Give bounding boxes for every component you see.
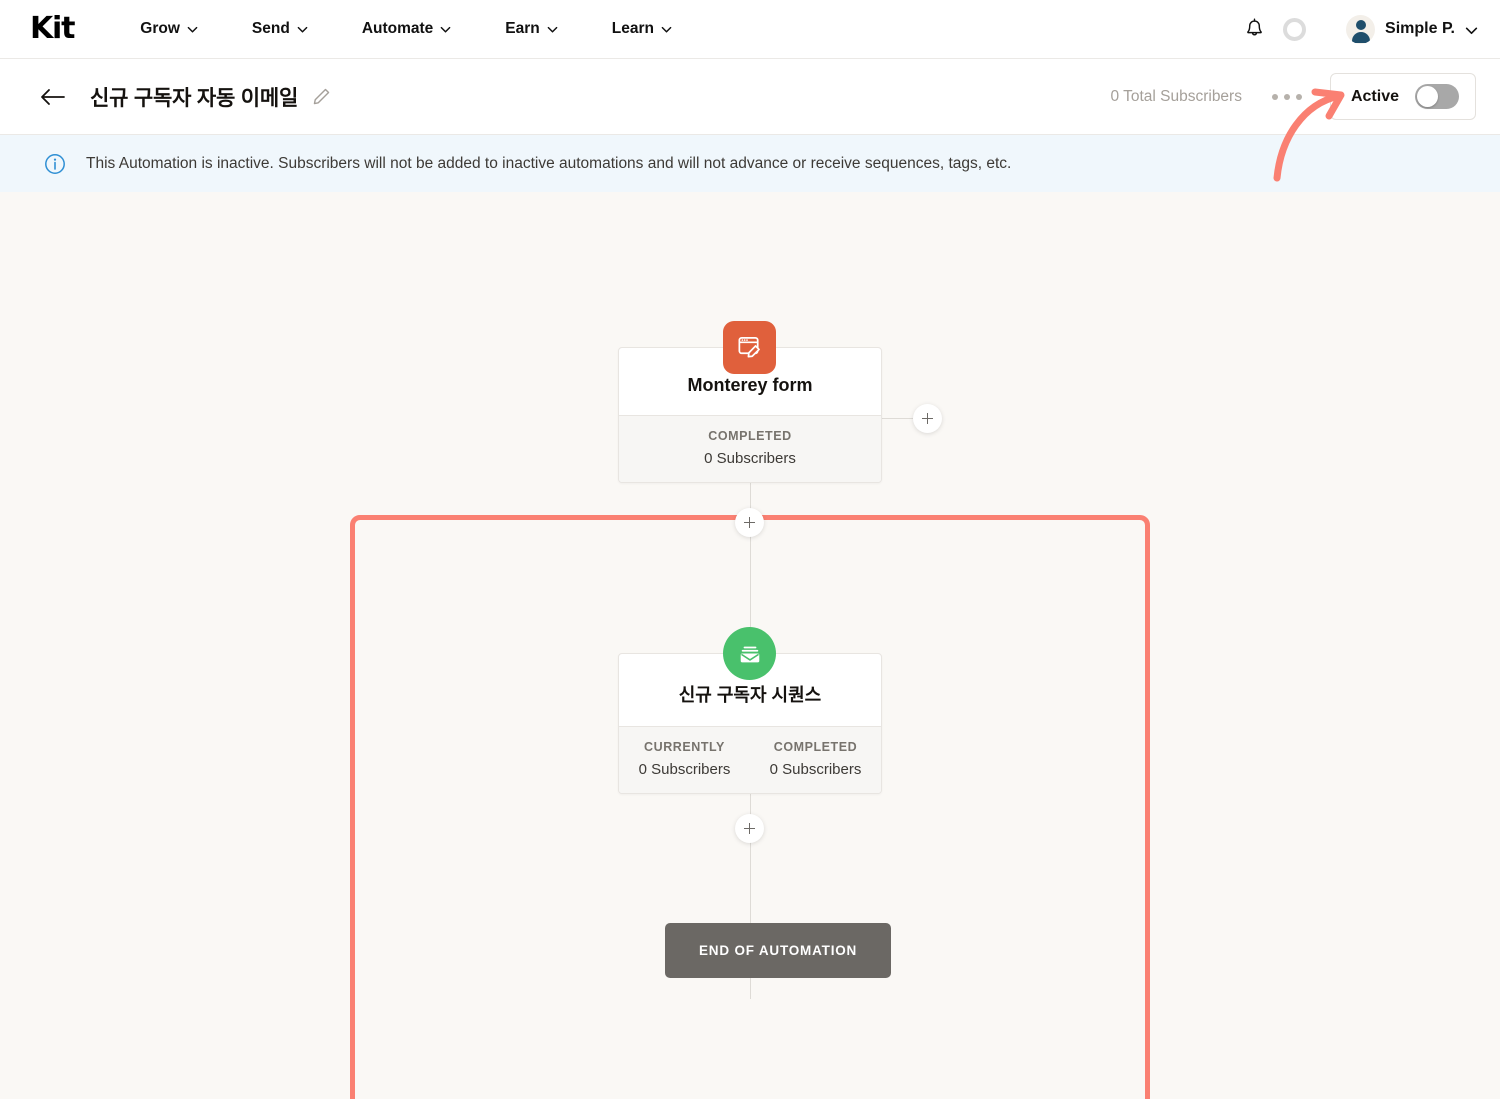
chevron-down-icon bbox=[547, 24, 558, 35]
nav-item-learn[interactable]: Learn bbox=[612, 20, 672, 38]
stat-currently: CURRENTLY 0 Subscribers bbox=[619, 740, 750, 778]
toggle-switch[interactable] bbox=[1415, 84, 1459, 109]
banner-message: This Automation is inactive. Subscribers… bbox=[86, 154, 1012, 172]
nav-item-label: Grow bbox=[140, 20, 180, 37]
top-navigation-bar: Kit Grow Send Automate Earn Learn Simple… bbox=[0, 0, 1500, 59]
info-icon bbox=[44, 153, 66, 175]
nav-item-automate[interactable]: Automate bbox=[362, 20, 451, 38]
total-subscribers-count: 0 Total Subscribers bbox=[1110, 87, 1242, 105]
nav-item-label: Automate bbox=[361, 20, 434, 37]
main-nav-items: Grow Send Automate Earn Learn bbox=[140, 20, 672, 38]
stat-completed: COMPLETED 0 Subscribers bbox=[619, 429, 881, 467]
nav-right-cluster: Simple P. bbox=[1244, 14, 1478, 44]
account-name: Simple P. bbox=[1385, 20, 1455, 37]
chevron-down-icon bbox=[440, 24, 451, 35]
active-toggle-label: Active bbox=[1350, 87, 1399, 105]
chevron-down-icon bbox=[1465, 24, 1478, 35]
more-options-icon[interactable] bbox=[1271, 93, 1302, 100]
automation-flow: Monterey form COMPLETED 0 Subscribers 신규… bbox=[0, 192, 1500, 1069]
form-node-stats: COMPLETED 0 Subscribers bbox=[619, 415, 881, 482]
stat-label: COMPLETED bbox=[708, 429, 792, 443]
back-arrow-icon[interactable] bbox=[40, 87, 66, 107]
stat-label: CURRENTLY bbox=[644, 740, 725, 754]
chevron-down-icon bbox=[297, 24, 308, 35]
automation-canvas: Monterey form COMPLETED 0 Subscribers 신규… bbox=[0, 192, 1500, 1099]
avatar-icon bbox=[1346, 14, 1376, 44]
nav-item-label: Send bbox=[251, 20, 290, 37]
stat-completed: COMPLETED 0 Subscribers bbox=[750, 740, 881, 778]
progress-ring-icon[interactable] bbox=[1283, 17, 1307, 41]
email-sequence-icon bbox=[723, 627, 776, 680]
nav-item-earn[interactable]: Earn bbox=[505, 20, 558, 38]
stat-value: 0 Subscribers bbox=[704, 450, 796, 467]
end-of-automation-node[interactable]: END OF AUTOMATION bbox=[665, 923, 892, 978]
account-menu[interactable]: Simple P. bbox=[1346, 14, 1478, 44]
bell-icon[interactable] bbox=[1244, 18, 1265, 40]
pencil-icon[interactable] bbox=[312, 87, 331, 106]
form-icon bbox=[723, 321, 776, 374]
stat-value: 0 Subscribers bbox=[769, 761, 862, 778]
add-step-button-2[interactable] bbox=[735, 814, 764, 843]
chevron-down-icon bbox=[661, 24, 672, 35]
page-header-actions: 0 Total Subscribers Active bbox=[1110, 73, 1476, 120]
add-step-button-1[interactable] bbox=[735, 508, 764, 537]
branch-connector-line bbox=[882, 418, 914, 419]
page-title: 신규 구독자 자동 이메일 bbox=[90, 86, 299, 110]
stat-label: COMPLETED bbox=[773, 740, 858, 754]
inactive-automation-banner: This Automation is inactive. Subscribers… bbox=[0, 135, 1500, 192]
stat-value: 0 Subscribers bbox=[638, 761, 731, 778]
sequence-node-stats: CURRENTLY 0 Subscribers COMPLETED 0 Subs… bbox=[619, 726, 881, 793]
page-header: 신규 구독자 자동 이메일 0 Total Subscribers Active bbox=[0, 59, 1500, 135]
nav-item-send[interactable]: Send bbox=[252, 20, 308, 38]
nav-item-grow[interactable]: Grow bbox=[140, 20, 198, 38]
end-of-automation-label: END OF AUTOMATION bbox=[699, 943, 858, 958]
kit-logo[interactable]: Kit bbox=[30, 14, 75, 44]
add-step-button-branch[interactable] bbox=[913, 404, 942, 433]
nav-item-label: Learn bbox=[611, 20, 654, 37]
active-toggle[interactable]: Active bbox=[1329, 73, 1476, 120]
nav-item-label: Earn bbox=[505, 20, 540, 37]
chevron-down-icon bbox=[187, 24, 198, 35]
